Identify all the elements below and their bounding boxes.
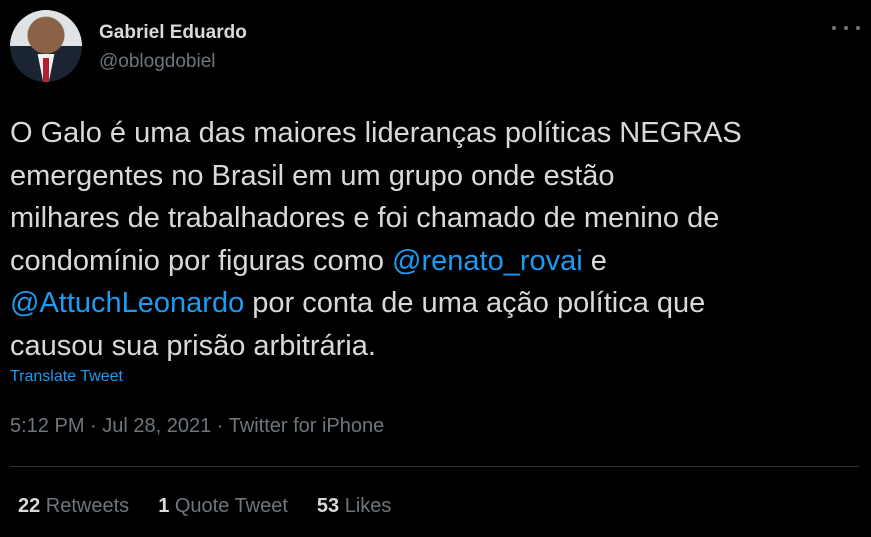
tweet-text-segment: condomínio por figuras como (10, 244, 393, 277)
stat-label: Likes (339, 495, 392, 517)
tweet-meta[interactable]: 5:12 PM · Jul 28, 2021 · Twitter for iPh… (10, 415, 384, 438)
tweet-text-segment: emergentes no Brasil em um grupo onde es… (10, 159, 615, 192)
author-handle[interactable]: @oblogdobiel (99, 51, 216, 73)
stat-retweets[interactable]: 22 Retweets (18, 495, 129, 518)
dot (856, 26, 860, 30)
divider (10, 466, 859, 467)
tweet-text-line: causou sua prisão arbitrária. (10, 325, 860, 368)
tweet-text-segment: O Galo é uma das maiores lideranças polí… (10, 117, 742, 149)
avatar[interactable] (10, 10, 82, 82)
tweet-text-segment: milhares de trabalhadores e foi chamado … (10, 202, 720, 234)
mention-link[interactable]: @renato_rovai (392, 245, 583, 277)
tweet-text-line: emergentes no Brasil em um grupo onde es… (10, 155, 860, 198)
stat-count: 53 (316, 495, 340, 517)
tweet-text-segment: e (582, 244, 607, 277)
stat-quote-tweet[interactable]: 1 Quote Tweet (158, 495, 288, 518)
stat-likes[interactable]: 53 Likes (317, 495, 392, 518)
stat-label: Retweets (40, 495, 130, 517)
author-name[interactable]: Gabriel Eduardo (99, 22, 247, 44)
more-options-icon[interactable] (832, 18, 860, 38)
tweet-header: Gabriel Eduardo @oblogdobiel (10, 10, 860, 82)
tweet-text-segment: por conta de uma ação política que (244, 287, 706, 319)
tweet-text-line: condomínio por figuras como @renato_rova… (10, 240, 860, 283)
dot (832, 26, 836, 30)
tweet-stats: 22 Retweets 1 Quote Tweet 53 Likes (18, 495, 420, 518)
avatar-tie (43, 58, 49, 82)
stat-label: Quote Tweet (169, 495, 288, 517)
translate-tweet-link[interactable]: Translate Tweet (10, 368, 123, 386)
tweet-text-line: @AttuchLeonardo por conta de uma ação po… (10, 282, 860, 325)
tweet-text-segment: causou sua prisão arbitrária. (10, 329, 376, 362)
tweet-text-line: O Galo é uma das maiores lideranças polí… (10, 112, 860, 155)
dot (844, 26, 848, 30)
tweet-text: O Galo é uma das maiores lideranças polí… (10, 112, 860, 367)
stat-count: 22 (18, 495, 41, 517)
stat-count: 1 (158, 495, 170, 517)
tweet-text-line: milhares de trabalhadores e foi chamado … (10, 197, 860, 240)
mention-link[interactable]: @AttuchLeonardo (10, 287, 244, 319)
